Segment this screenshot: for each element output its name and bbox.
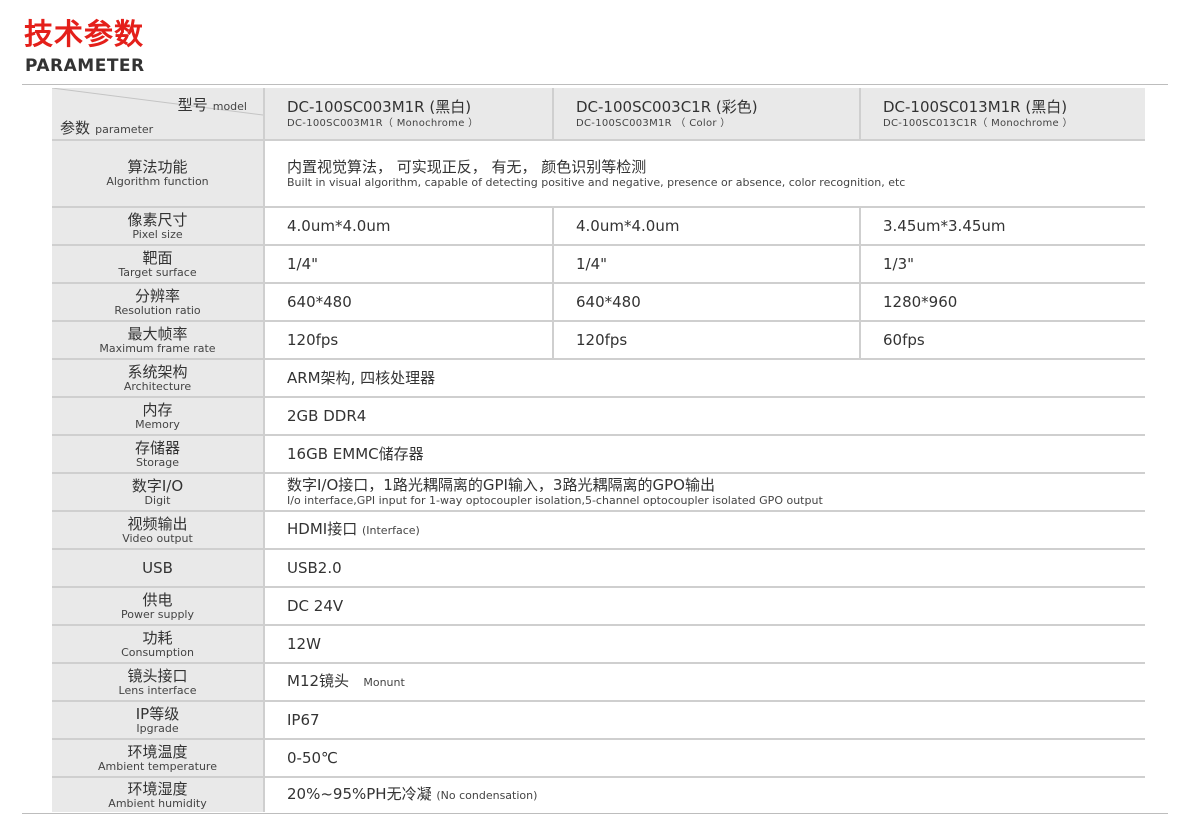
row-value: 数字I/O接口，1路光耦隔离的GPI输入，3路光耦隔离的GPO输出 I/o int…: [265, 474, 1145, 510]
row-value-model-3: 1/3": [861, 246, 1145, 282]
row-value-model-2: 1/4": [554, 246, 859, 282]
row-label: 镜头接口 Lens interface: [52, 664, 263, 700]
row-label: 分辨率 Resolution ratio: [52, 284, 263, 320]
row-value: M12镜头 Monunt: [265, 664, 1145, 700]
row-label: 供电 Power supply: [52, 588, 263, 624]
row-value: DC 24V: [265, 588, 1145, 624]
header-model-label: 型号 model: [177, 96, 247, 114]
row-label: 功耗 Consumption: [52, 626, 263, 662]
row-value: 2GB DDR4: [265, 398, 1145, 434]
model-name: DC-100SC003M1R (黑白): [287, 97, 472, 116]
header-model-1: DC-100SC003M1R (黑白) DC-100SC003M1R（ Mono…: [265, 88, 552, 139]
model-name: DC-100SC013M1R (黑白): [883, 97, 1068, 116]
model-subtitle: DC-100SC013C1R（ Monochrome ）: [883, 117, 1073, 129]
header-model-3: DC-100SC013M1R (黑白) DC-100SC013C1R（ Mono…: [861, 88, 1145, 139]
bottom-divider: [22, 813, 1168, 814]
row-value: 内置视觉算法， 可实现正反， 有无， 颜色识别等检测 Built in visua…: [265, 141, 1145, 206]
page-subtitle: PARAMETER: [25, 56, 145, 76]
row-label: 算法功能 Algorithm function: [52, 141, 263, 206]
row-value-model-1: 4.0um*4.0um: [265, 208, 552, 244]
row-label: 环境温度 Ambient temperature: [52, 740, 263, 776]
model-subtitle: DC-100SC003M1R（ Monochrome ）: [287, 117, 479, 129]
row-label: 存储器 Storage: [52, 436, 263, 472]
row-value: 12W: [265, 626, 1145, 662]
row-value-model-2: 640*480: [554, 284, 859, 320]
row-label: 最大帧率 Maximum frame rate: [52, 322, 263, 358]
row-value: 16GB EMMC储存器: [265, 436, 1145, 472]
row-value-model-2: 4.0um*4.0um: [554, 208, 859, 244]
spec-table: 型号 model 参数 parameter DC-100SC003M1R (黑白…: [52, 88, 1145, 812]
row-value: 0-50℃: [265, 740, 1145, 776]
row-label: 内存 Memory: [52, 398, 263, 434]
row-label: 像素尺寸 Pixel size: [52, 208, 263, 244]
header-model-2: DC-100SC003C1R (彩色) DC-100SC003M1R （ Col…: [554, 88, 859, 139]
model-name: DC-100SC003C1R (彩色): [576, 97, 758, 116]
row-value: USB2.0: [265, 550, 1145, 586]
row-label: 系统架构 Architecture: [52, 360, 263, 396]
row-label: 靶面 Target surface: [52, 246, 263, 282]
row-value: 20%~95%PH无冷凝 (No condensation): [265, 778, 1145, 812]
row-value-model-2: 120fps: [554, 322, 859, 358]
row-value-model-3: 3.45um*3.45um: [861, 208, 1145, 244]
row-value-model-1: 120fps: [265, 322, 552, 358]
row-label: 数字I/O Digit: [52, 474, 263, 510]
row-value-model-3: 1280*960: [861, 284, 1145, 320]
row-value-model-3: 60fps: [861, 322, 1145, 358]
top-divider: [22, 84, 1168, 85]
page-title: 技术参数: [24, 17, 145, 51]
row-value: HDMI接口 (Interface): [265, 512, 1145, 548]
row-value-model-1: 640*480: [265, 284, 552, 320]
header-corner-cell: 型号 model 参数 parameter: [52, 88, 263, 139]
model-subtitle: DC-100SC003M1R （ Color ）: [576, 117, 731, 129]
row-label: IP等级 Ipgrade: [52, 702, 263, 738]
row-value: IP67: [265, 702, 1145, 738]
row-label: USB: [52, 550, 263, 586]
row-value: ARM架构, 四核处理器: [265, 360, 1145, 396]
row-label: 环境湿度 Ambient humidity: [52, 778, 263, 812]
row-value-model-1: 1/4": [265, 246, 552, 282]
row-label: 视频输出 Video output: [52, 512, 263, 548]
header-parameter-label: 参数 parameter: [60, 119, 154, 137]
